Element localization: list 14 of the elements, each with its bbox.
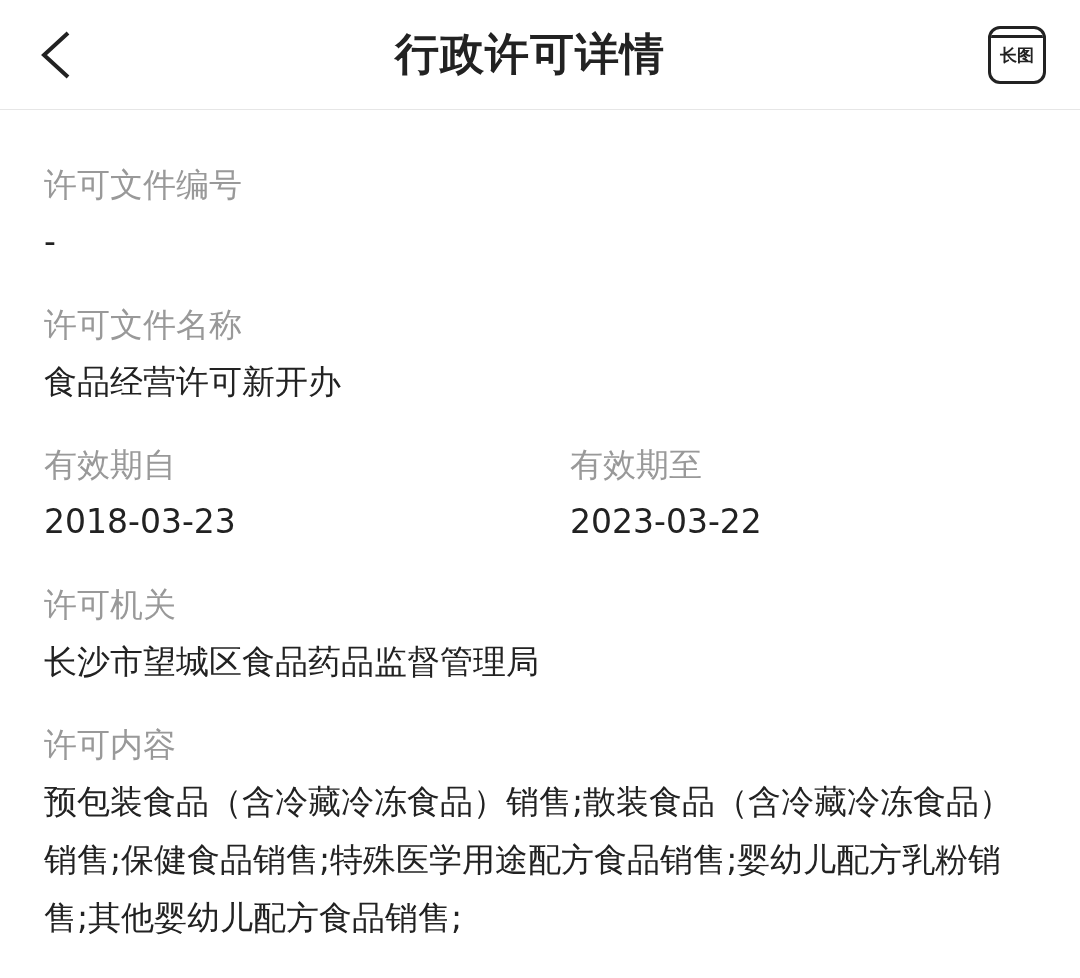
page-title: 行政许可详情 bbox=[395, 27, 665, 81]
field-value: 2023-03-22 bbox=[570, 501, 763, 543]
field-label: 许可文件编号 bbox=[44, 164, 243, 206]
field-label: 有效期至 bbox=[570, 444, 703, 486]
field-label: 许可文件名称 bbox=[44, 304, 243, 346]
long-image-icon[interactable]: 长图 bbox=[988, 25, 1046, 84]
field-label: 许可内容 bbox=[44, 724, 177, 766]
field-label: 许可机关 bbox=[44, 584, 177, 626]
field-value: 食品经营许可新开办 bbox=[44, 361, 342, 403]
field-value: 2018-03-23 bbox=[44, 501, 237, 543]
field-label: 有效期自 bbox=[44, 444, 177, 486]
field-value: 预包装食品（含冷藏冷冻食品）销售;散装食品（含冷藏冷冻食品）销售;保健食品销售;特殊医学用途配方食品销售;婴幼儿配方乳粉销售;其他婴幼儿配方食品销售; bbox=[44, 781, 1014, 939]
field-value: - bbox=[44, 221, 57, 263]
field-value: 长沙市望城区食品药品监督管理局 bbox=[44, 641, 540, 683]
